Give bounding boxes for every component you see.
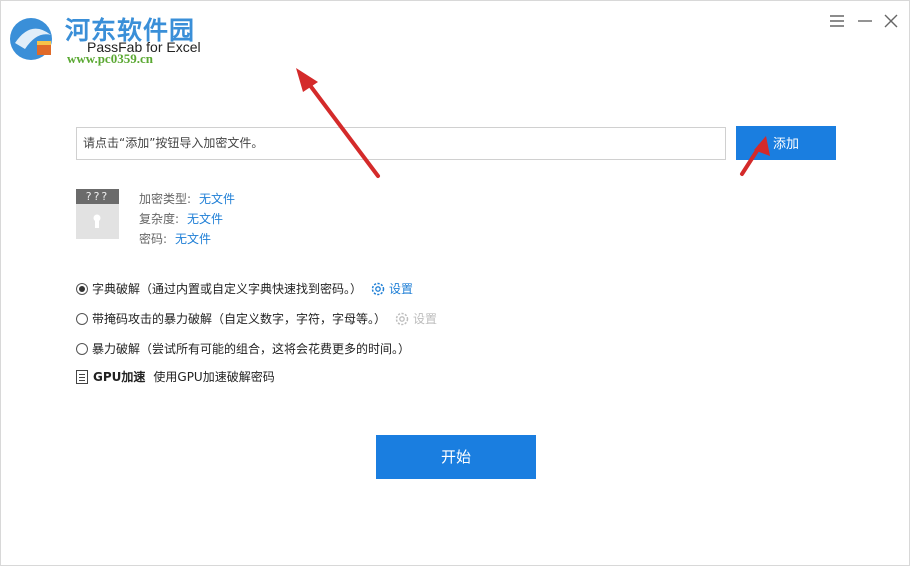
annotation-arrows — [296, 68, 770, 178]
arrow-to-title-icon — [296, 68, 380, 178]
arrow-to-add-button-icon — [740, 136, 770, 176]
